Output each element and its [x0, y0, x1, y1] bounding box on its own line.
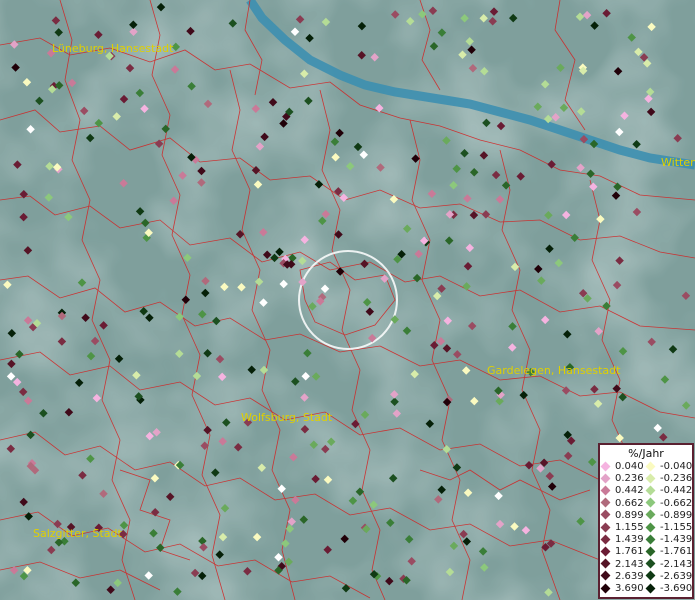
- legend-swatch: [645, 473, 656, 484]
- legend-item-positive: 0.236: [600, 473, 644, 485]
- legend-value: -0.662: [660, 497, 693, 509]
- legend-value: -3.690: [660, 583, 693, 594]
- legend-value: -1.155: [660, 522, 693, 533]
- terrain-texture: [0, 0, 695, 600]
- legend-item-negative: -0.899: [645, 509, 693, 522]
- legend-swatch: [600, 509, 611, 520]
- legend-item-positive: 0.442: [600, 485, 644, 497]
- legend-item-positive: 1.155: [600, 522, 644, 534]
- legend-value: 0.442: [615, 485, 644, 497]
- legend-item-positive: 1.761: [600, 546, 644, 558]
- legend-item-negative: -0.236: [645, 473, 693, 485]
- legend-swatch: [600, 497, 611, 508]
- legend-swatch: [600, 473, 611, 484]
- legend-value: -0.899: [660, 509, 693, 521]
- legend-title: %/Jahr: [628, 447, 664, 460]
- legend-value: 2.639: [615, 570, 644, 582]
- legend-value: -0.236: [660, 473, 693, 485]
- legend-value: -2.639: [660, 570, 693, 582]
- legend-swatch: [645, 558, 656, 569]
- legend-value: -0.040: [660, 461, 693, 472]
- legend-item-positive: 2.143: [600, 558, 644, 571]
- legend-value: -1.761: [660, 546, 693, 558]
- legend-value: 1.761: [615, 546, 644, 558]
- legend-value: -2.143: [660, 558, 693, 570]
- legend-item-negative: -2.143: [645, 558, 693, 571]
- city-label-salzgitter: Salzgitter, Stadt: [33, 527, 122, 540]
- legend-item-positive: 3.690: [600, 583, 644, 595]
- legend-item-positive: 0.662: [600, 497, 644, 510]
- legend-swatch: [645, 497, 656, 508]
- legend-swatch: [600, 461, 611, 471]
- map-canvas[interactable]: [0, 0, 695, 600]
- legend-swatch: [600, 558, 611, 569]
- legend-swatch: [645, 570, 656, 581]
- legend-value: 0.899: [615, 509, 644, 521]
- legend-swatch: [600, 546, 611, 557]
- legend-item-positive: 2.639: [600, 570, 644, 583]
- legend-value: 1.155: [615, 522, 644, 533]
- legend-item-negative: -0.662: [645, 497, 693, 510]
- legend-swatch: [645, 522, 656, 532]
- legend-value: 1.439: [615, 534, 644, 546]
- legend-item-positive: 1.439: [600, 534, 644, 546]
- legend-swatch: [645, 485, 656, 496]
- legend-value: 3.690: [615, 583, 644, 594]
- legend-item-positive: 0.899: [600, 509, 644, 522]
- legend-swatch: [600, 534, 611, 545]
- legend-item-negative: -1.761: [645, 546, 693, 558]
- legend-swatch: [645, 583, 656, 593]
- legend-item-positive: 0.040: [600, 461, 644, 473]
- legend-item-negative: -2.639: [645, 570, 693, 583]
- legend: %/Jahr 0.040 -0.040 0.236 -0.236 0.442 -0.442…: [598, 443, 694, 599]
- city-label-wittenberge: Wittenb: [661, 156, 695, 169]
- legend-swatch: [645, 509, 656, 520]
- legend-item-negative: -3.690: [645, 583, 693, 595]
- legend-swatch: [600, 485, 611, 496]
- city-label-gardelegen: Gardelegen, Hansestadt: [487, 364, 621, 377]
- legend-item-negative: -0.442: [645, 485, 693, 497]
- legend-item-negative: -1.439: [645, 534, 693, 546]
- legend-item-negative: -1.155: [645, 522, 693, 534]
- city-label-lueneburg: Lüneburg, Hansestadt: [52, 42, 174, 55]
- legend-swatch: [600, 570, 611, 581]
- legend-value: -1.439: [660, 534, 693, 546]
- legend-swatch: [600, 583, 611, 593]
- legend-value: 0.236: [615, 473, 644, 485]
- legend-swatch: [600, 522, 611, 532]
- legend-swatch: [645, 461, 656, 471]
- legend-value: 2.143: [615, 558, 644, 570]
- legend-swatch: [645, 546, 656, 557]
- legend-swatch: [645, 534, 656, 545]
- legend-value: -0.442: [660, 485, 693, 497]
- legend-item-negative: -0.040: [645, 461, 693, 473]
- legend-value: 0.040: [615, 461, 644, 472]
- city-label-wolfsburg: Wolfsburg, Stadt: [241, 411, 333, 424]
- legend-value: 0.662: [615, 497, 644, 509]
